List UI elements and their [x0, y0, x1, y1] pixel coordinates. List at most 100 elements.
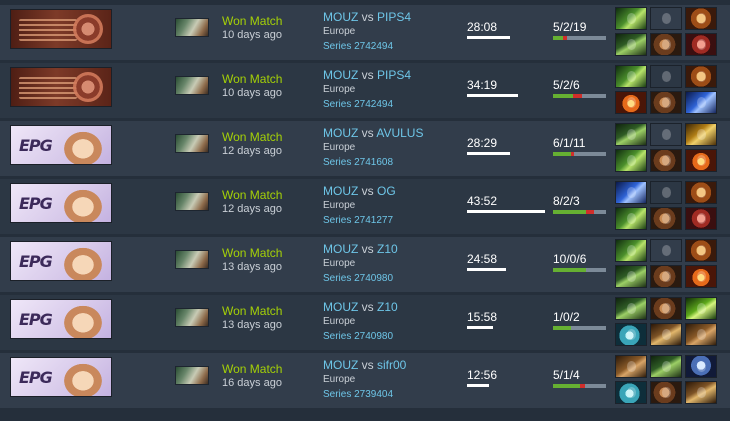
match-row[interactable]: EPG Won Match 13 days ago MOUZ vs Z10 Eu… [0, 295, 730, 350]
amber-item-icon[interactable] [685, 65, 717, 88]
series-link[interactable]: Series 2742494 [323, 99, 393, 110]
duration-bar [467, 94, 518, 97]
league-banner[interactable]: EPG [10, 299, 112, 339]
team2-link[interactable]: Z10 [377, 300, 398, 314]
duration-bar [467, 152, 510, 155]
team1-link[interactable]: MOUZ [323, 10, 358, 24]
boots-item-icon[interactable] [650, 33, 682, 56]
fire-item-icon[interactable] [615, 91, 647, 114]
team2-link[interactable]: sifr00 [377, 358, 406, 372]
pale-orb-item-icon[interactable] [650, 239, 682, 262]
league-mascot-icon [61, 303, 105, 338]
red-item-icon[interactable] [685, 33, 717, 56]
pale-orb-item-icon[interactable] [650, 7, 682, 30]
league-banner[interactable]: EPG [10, 241, 112, 281]
wand-item-icon[interactable] [615, 265, 647, 288]
match-row[interactable]: EPG Won Match 13 days ago MOUZ vs Z10 Eu… [0, 237, 730, 292]
lime-item-icon[interactable] [685, 297, 717, 320]
region-label: Europe [323, 84, 356, 95]
amber-item-icon[interactable] [685, 181, 717, 204]
hero-portrait-icon[interactable] [175, 18, 209, 37]
duration-bar [467, 326, 493, 329]
match-row[interactable]: EPG Won Match 12 days ago MOUZ vs OG Eur… [0, 179, 730, 234]
team2-link[interactable]: PIPS4 [377, 10, 411, 24]
cyan-item-icon[interactable] [615, 323, 647, 346]
team1-link[interactable]: MOUZ [323, 242, 358, 256]
boots-item-icon[interactable] [650, 381, 682, 404]
team2-link[interactable]: AVULUS [376, 126, 423, 140]
league-banner[interactable]: EPG [10, 357, 112, 397]
boots-item-icon[interactable] [650, 91, 682, 114]
pale-orb-item-icon[interactable] [650, 181, 682, 204]
boots-item-icon[interactable] [650, 149, 682, 172]
duration-bar [467, 268, 506, 271]
boots-item-icon[interactable] [650, 297, 682, 320]
match-row[interactable]: Won Match 10 days ago MOUZ vs PIPS4 Euro… [0, 63, 730, 118]
amber-item-icon[interactable] [685, 7, 717, 30]
assists-segment [570, 326, 606, 330]
item-build [615, 297, 717, 348]
series-link[interactable]: Series 2741277 [323, 215, 393, 226]
green-item-icon[interactable] [615, 65, 647, 88]
amber-item-icon[interactable] [685, 239, 717, 262]
matchup: MOUZ vs OG [323, 184, 396, 198]
match-row[interactable]: EPG Won Match 12 days ago MOUZ vs AVULUS… [0, 121, 730, 176]
cyan-item-icon[interactable] [615, 381, 647, 404]
blue-item-icon[interactable] [685, 91, 717, 114]
league-banner[interactable] [10, 9, 112, 49]
item-build [615, 123, 717, 174]
kda-score: 5/2/6 [553, 78, 580, 92]
matchup: MOUZ vs Z10 [323, 300, 398, 314]
hero-portrait-icon[interactable] [175, 76, 209, 95]
team1-link[interactable]: MOUZ [323, 68, 358, 82]
league-banner[interactable]: EPG [10, 125, 112, 165]
wand-item-icon[interactable] [615, 33, 647, 56]
hero-portrait-icon[interactable] [175, 250, 209, 269]
series-link[interactable]: Series 2739404 [323, 389, 393, 400]
versus-label: vs [361, 184, 374, 198]
bronze-item-icon[interactable] [615, 355, 647, 378]
league-banner[interactable] [10, 67, 112, 107]
hero-portrait-icon[interactable] [175, 366, 209, 385]
wand-item-icon[interactable] [615, 297, 647, 320]
series-link[interactable]: Series 2741608 [323, 157, 393, 168]
versus-label: vs [361, 300, 374, 314]
green-item-icon[interactable] [615, 149, 647, 172]
green-item-icon[interactable] [615, 7, 647, 30]
gold-item-icon[interactable] [685, 123, 717, 146]
wand-item-icon[interactable] [650, 355, 682, 378]
boots-item-icon[interactable] [650, 207, 682, 230]
match-row[interactable]: EPG Won Match 16 days ago MOUZ vs sifr00… [0, 353, 730, 408]
fire-item-icon[interactable] [685, 265, 717, 288]
pale-orb-item-icon[interactable] [650, 65, 682, 88]
series-link[interactable]: Series 2742494 [323, 41, 393, 52]
match-row[interactable]: Won Match 10 days ago MOUZ vs PIPS4 Euro… [0, 5, 730, 60]
series-link[interactable]: Series 2740980 [323, 273, 393, 284]
league-banner[interactable]: EPG [10, 183, 112, 223]
blue-item-icon[interactable] [615, 181, 647, 204]
moon-item-icon[interactable] [685, 355, 717, 378]
pale-orb-item-icon[interactable] [650, 123, 682, 146]
bronze-item-icon[interactable] [685, 323, 717, 346]
boots-item-icon[interactable] [650, 265, 682, 288]
hero-portrait-icon[interactable] [175, 134, 209, 153]
hero-portrait-icon[interactable] [175, 192, 209, 211]
red-item-icon[interactable] [685, 207, 717, 230]
team1-link[interactable]: MOUZ [323, 358, 358, 372]
staff-item-icon[interactable] [650, 323, 682, 346]
green-item-icon[interactable] [615, 239, 647, 262]
kda-bar [553, 210, 606, 214]
team2-link[interactable]: Z10 [377, 242, 398, 256]
staff-item-icon[interactable] [685, 381, 717, 404]
series-link[interactable]: Series 2740980 [323, 331, 393, 342]
wand-item-icon[interactable] [615, 123, 647, 146]
team1-link[interactable]: MOUZ [323, 184, 358, 198]
fire-item-icon[interactable] [685, 149, 717, 172]
team2-link[interactable]: OG [377, 184, 396, 198]
matchup: MOUZ vs Z10 [323, 242, 398, 256]
green-item-icon[interactable] [615, 207, 647, 230]
team1-link[interactable]: MOUZ [323, 300, 358, 314]
hero-portrait-icon[interactable] [175, 308, 209, 327]
team1-link[interactable]: MOUZ [323, 126, 358, 140]
team2-link[interactable]: PIPS4 [377, 68, 411, 82]
